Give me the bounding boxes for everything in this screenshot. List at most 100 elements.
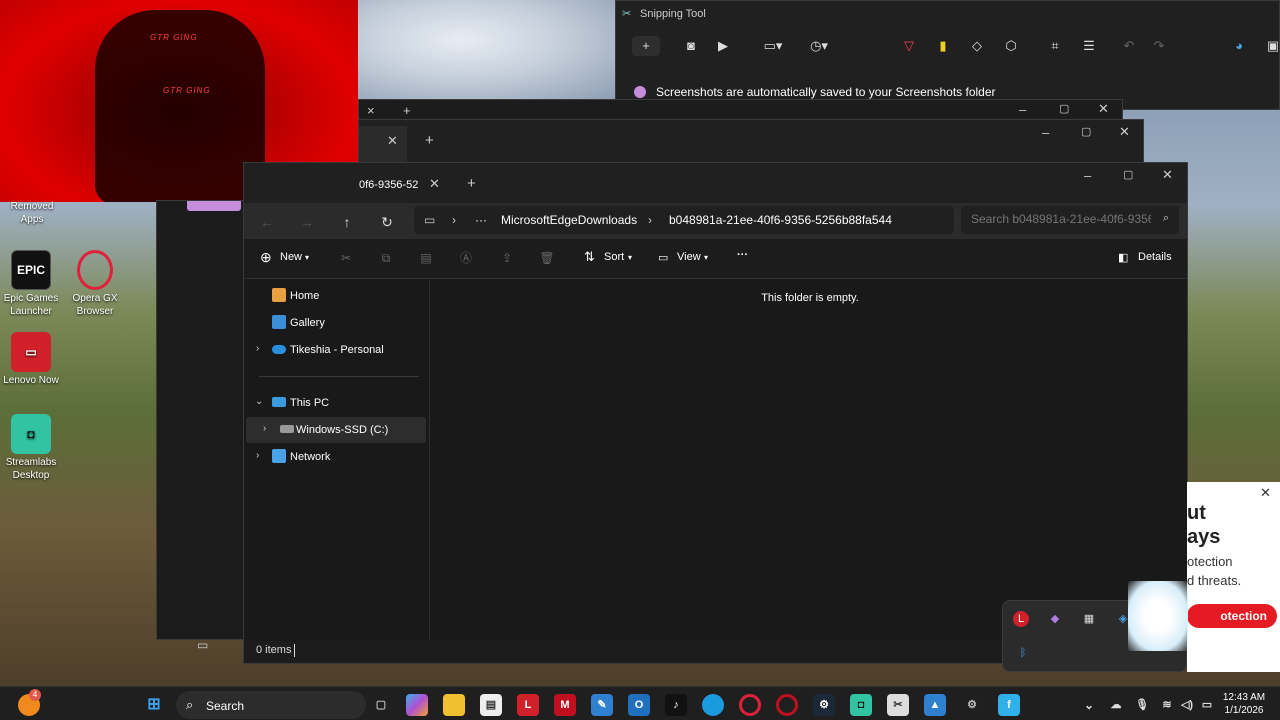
delete-icon[interactable]: 🗑	[538, 249, 556, 267]
rename-icon[interactable]: Ⓐ	[457, 249, 475, 267]
sidebar-item-this-pc[interactable]: ⌄ This PC	[244, 390, 428, 416]
see-more-button[interactable]: ···	[737, 249, 748, 261]
maximize-button[interactable]: ▢	[1059, 102, 1069, 115]
pen-app-icon[interactable]: ✎	[591, 694, 613, 716]
share-icon[interactable]: ⇪	[498, 249, 516, 267]
chevron-right-icon[interactable]: ›	[256, 343, 259, 354]
microphone-icon[interactable]: 🎙	[1131, 694, 1153, 716]
add-tab-icon[interactable]: +	[425, 132, 434, 149]
close-tab-icon[interactable]: ✕	[387, 133, 398, 149]
steam-icon[interactable]: ⚙	[813, 694, 835, 716]
close-icon[interactable]: ×	[367, 103, 375, 118]
desktop-icon-epic-games[interactable]: EPIC Epic Games Launcher	[0, 250, 62, 318]
opera-icon[interactable]	[739, 694, 761, 716]
refresh-button[interactable]: ↻	[375, 212, 399, 232]
desktop-icon-opera-gx[interactable]: Opera GX Browser	[64, 250, 126, 318]
copy-icon[interactable]: ⧉	[377, 249, 395, 267]
chevron-right-icon[interactable]: ›	[263, 423, 266, 434]
mcafee-icon[interactable]: M	[554, 694, 576, 716]
new-button[interactable]: New	[280, 251, 302, 263]
snipping-tool-icon[interactable]: ✂	[887, 694, 909, 716]
video-mode-button[interactable]: ▶	[712, 36, 734, 56]
back-button[interactable]: ←	[255, 212, 279, 232]
maximize-button[interactable]: ▢	[1123, 168, 1133, 181]
app-icon-f[interactable]: f	[998, 694, 1020, 716]
add-tab-button[interactable]: +	[467, 175, 476, 192]
lenovo-tray-icon[interactable]: L	[1013, 611, 1029, 627]
view-button[interactable]: View	[677, 251, 701, 263]
sidebar-item-gallery[interactable]: Gallery	[244, 310, 428, 336]
wifi-icon[interactable]: ≋	[1156, 694, 1178, 716]
copilot-tray-icon[interactable]: ◆	[1045, 609, 1065, 629]
minimize-button[interactable]: –	[1019, 102, 1026, 117]
delay-dropdown[interactable]: ◷▾	[802, 36, 836, 56]
search-box[interactable]: ⌕	[961, 206, 1179, 234]
desktop-icon-streamlabs[interactable]: ◘ Streamlabs Desktop	[0, 414, 62, 482]
volume-icon[interactable]: ◁)	[1176, 694, 1198, 716]
lenovo-vantage-icon[interactable]: L	[517, 694, 539, 716]
close-button[interactable]: ✕	[1119, 124, 1130, 140]
maximize-button[interactable]: ▢	[1081, 125, 1091, 138]
minimize-button[interactable]: –	[1084, 168, 1091, 183]
file-explorer-icon[interactable]	[443, 694, 465, 716]
photos-icon[interactable]: ▲	[924, 694, 946, 716]
details-button[interactable]: Details	[1138, 251, 1172, 263]
screenshot-mode-button[interactable]: ◙	[680, 36, 702, 56]
sort-button[interactable]: Sort	[604, 251, 624, 263]
desktop-icon-removed-apps[interactable]: Removed Apps	[1, 200, 63, 226]
streamlabs-icon[interactable]: ◘	[850, 694, 872, 716]
bluetooth-icon[interactable]: ᛒ	[1013, 643, 1033, 663]
sidebar-item-windows-ssd[interactable]: › Windows-SSD (C:)	[246, 417, 426, 443]
settings-icon[interactable]: ⚙	[961, 694, 983, 716]
breadcrumb[interactable]: ▭ › ··· MicrosoftEdgeDownloads › b048981…	[414, 206, 954, 234]
copilot-icon[interactable]	[406, 694, 428, 716]
task-view-icon[interactable]: ▭	[197, 638, 208, 652]
chevron-down-icon[interactable]: ⌄	[255, 396, 263, 407]
search-input[interactable]	[971, 212, 1151, 226]
sidebar-item-network[interactable]: › Network	[244, 444, 428, 470]
save-button[interactable]: ▣	[1262, 36, 1280, 56]
eraser-tool[interactable]: ◇	[966, 36, 988, 56]
forward-button[interactable]: →	[295, 212, 319, 232]
up-button[interactable]: ↑	[335, 212, 359, 232]
more-breadcrumbs-icon[interactable]: ···	[475, 213, 487, 227]
app-tray-icon[interactable]: ▦	[1079, 609, 1099, 629]
desktop-icon-lenovo-now[interactable]: ▭ Lenovo Now	[0, 332, 62, 387]
cut-icon[interactable]: ✂	[337, 249, 355, 267]
copilot-icon[interactable]: ◕	[1228, 36, 1250, 56]
file-list-area[interactable]: This folder is empty.	[429, 280, 1187, 640]
shapes-tool[interactable]: ⬡	[1000, 36, 1022, 56]
taskbar-search[interactable]: ⌕ Search	[176, 691, 366, 719]
add-tab-icon[interactable]: +	[403, 103, 411, 118]
breadcrumb-item-current-folder[interactable]: b048981a-21ee-40f6-9356-5256b88fa544	[669, 213, 892, 227]
battery-icon[interactable]: ▭	[1196, 694, 1218, 716]
breadcrumb-item-edge-downloads[interactable]: MicrosoftEdgeDownloads	[501, 213, 637, 227]
new-snip-button[interactable]: +	[632, 36, 660, 56]
store-icon[interactable]: ▤	[480, 694, 502, 716]
chevron-up-icon[interactable]: ⌄	[1078, 694, 1100, 716]
outlook-icon[interactable]: O	[628, 694, 650, 716]
close-button[interactable]: ✕	[1162, 167, 1173, 183]
edge-icon[interactable]	[702, 694, 724, 716]
close-button[interactable]: ✕	[1098, 101, 1109, 117]
taskbar-clock[interactable]: 12:43 AM 1/1/2026	[1220, 691, 1268, 717]
chevron-right-icon[interactable]: ›	[256, 450, 259, 461]
highlighter-tool[interactable]: ▮	[932, 36, 954, 56]
close-icon[interactable]: ✕	[1260, 485, 1271, 501]
undo-button[interactable]: ↶	[1118, 36, 1140, 56]
task-view-button[interactable]: ▢	[370, 694, 392, 716]
redo-button[interactable]: ↷	[1148, 36, 1170, 56]
paste-icon[interactable]: ▤	[417, 249, 435, 267]
get-protection-button[interactable]: otection	[1187, 604, 1277, 628]
explorer-tab-label[interactable]: 0f6-9356-52	[359, 179, 418, 191]
sidebar-item-onedrive[interactable]: › Tikeshia - Personal	[244, 337, 428, 363]
crop-tool[interactable]: ⌗	[1044, 36, 1066, 56]
opera-gx-icon[interactable]	[776, 694, 798, 716]
close-tab-icon[interactable]: ✕	[429, 176, 440, 192]
tiktok-icon[interactable]: ♪	[665, 694, 687, 716]
snip-shape-dropdown[interactable]: ▭▾	[756, 36, 790, 56]
minimize-button[interactable]: –	[1042, 125, 1049, 140]
pen-tool[interactable]: ▽	[898, 36, 920, 56]
start-button[interactable]: ⊞	[143, 694, 165, 716]
sidebar-item-home[interactable]: Home	[244, 283, 428, 309]
